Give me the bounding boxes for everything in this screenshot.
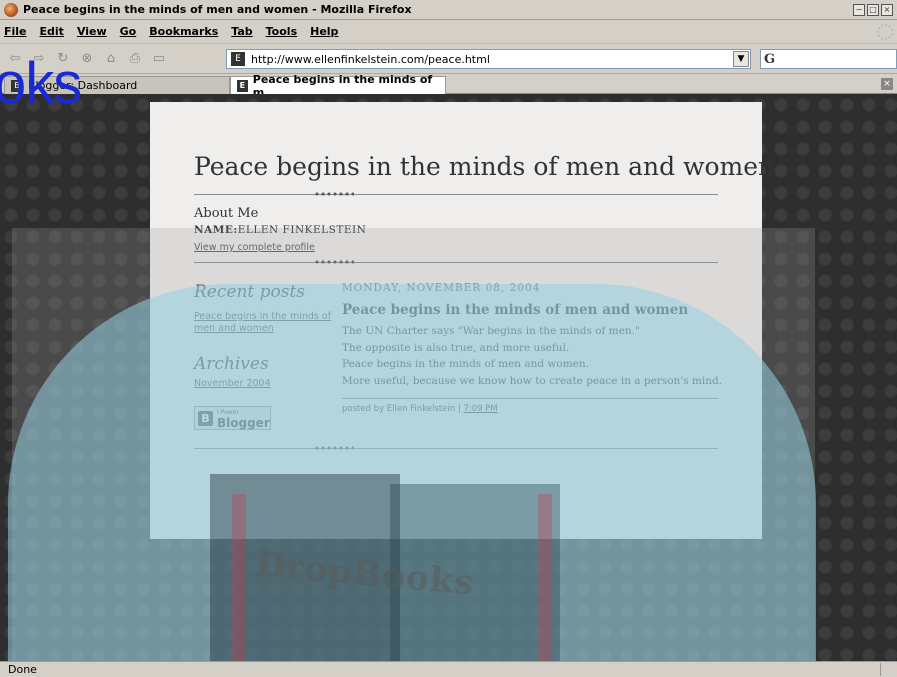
- close-button[interactable]: ×: [881, 3, 893, 16]
- post-line: The opposite is also true, and more usef…: [342, 341, 570, 354]
- menu-file[interactable]: File: [4, 25, 27, 38]
- status-bar: Done: [0, 661, 897, 677]
- name-value: ELLEN FINKELSTEIN: [237, 224, 367, 236]
- home-icon[interactable]: ⌂: [102, 50, 120, 68]
- menu-bookmarks[interactable]: Bookmarks: [149, 25, 218, 38]
- profile-divider: [194, 260, 718, 264]
- url-input[interactable]: [251, 52, 733, 66]
- name-label: NAME:: [194, 224, 238, 236]
- post-time-link[interactable]: 7:09 PM: [463, 404, 497, 414]
- status-panel-divider: [880, 663, 881, 676]
- post-line: Peace begins in the minds of men and wom…: [342, 358, 589, 370]
- recent-posts-heading: Recent posts: [194, 282, 306, 302]
- search-input[interactable]: [778, 52, 896, 66]
- blogger-icon: B: [198, 410, 213, 426]
- about-heading: About Me: [194, 206, 259, 221]
- menu-bar: File Edit View Go Bookmarks Tab Tools He…: [0, 20, 897, 44]
- dropbooks-logo-fragment: oks: [0, 51, 82, 116]
- profile-name: NAME:ELLEN FINKELSTEIN: [194, 224, 366, 236]
- post-footer: posted by Ellen Finkelstein | 7:09 PM: [342, 404, 498, 414]
- window-titlebar: Peace begins in the minds of men and wom…: [0, 0, 897, 20]
- footer-divider: [194, 446, 718, 450]
- search-bar[interactable]: G: [760, 49, 897, 69]
- throbber-icon: [877, 23, 893, 40]
- badge-big-text: Blogger: [217, 416, 270, 430]
- url-dropdown-icon[interactable]: ▼: [733, 51, 749, 67]
- tab-peace-begins[interactable]: E Peace begins in the minds of m...: [230, 73, 446, 99]
- window-title: Peace begins in the minds of men and wom…: [23, 3, 412, 16]
- post-title: Peace begins in the minds of men and wom…: [342, 302, 689, 318]
- menu-help[interactable]: Help: [310, 25, 338, 38]
- menu-tools[interactable]: Tools: [266, 25, 297, 38]
- google-search-icon[interactable]: G: [764, 52, 775, 67]
- posted-by-text: posted by Ellen Finkelstein |: [342, 404, 461, 414]
- address-bar[interactable]: E ▼: [226, 49, 751, 69]
- menu-go[interactable]: Go: [120, 25, 137, 38]
- title-divider: [194, 192, 718, 196]
- menu-edit[interactable]: Edit: [40, 25, 64, 38]
- powered-by-blogger-badge[interactable]: B I Power Blogger: [194, 406, 271, 430]
- blog-title: Peace begins in the minds of men and wom…: [194, 152, 775, 181]
- view-profile-link[interactable]: View my complete profile: [194, 242, 315, 253]
- site-favicon-icon: E: [231, 52, 245, 66]
- site-tab-icon: E: [237, 79, 248, 92]
- post-line: More useful, because we know how to crea…: [342, 374, 723, 387]
- minimize-button[interactable]: −: [853, 3, 865, 16]
- menu-tab[interactable]: Tab: [231, 25, 252, 38]
- post-body: The UN Charter says "War begins in the m…: [342, 323, 722, 389]
- navigation-toolbar: ⇦ ⇨ ↻ ⊗ ⌂ ⎙ ▭ E ▼ G: [0, 44, 897, 74]
- page-icon[interactable]: ▭: [150, 50, 168, 68]
- close-tab-icon[interactable]: ×: [881, 78, 893, 90]
- post-divider: [342, 398, 718, 399]
- menu-view[interactable]: View: [77, 25, 107, 38]
- archive-link[interactable]: November 2004: [194, 378, 334, 390]
- archives-heading: Archives: [194, 354, 269, 374]
- print-icon[interactable]: ⎙: [126, 50, 144, 68]
- tab-bar: B Blogger: Dashboard E Peace begins in t…: [0, 73, 897, 99]
- recent-post-link[interactable]: Peace begins in the minds of men and wom…: [194, 311, 334, 335]
- status-text: Done: [8, 663, 37, 676]
- page-viewport[interactable]: Peace begins in the minds of men and wom…: [0, 94, 897, 661]
- blog-card: Peace begins in the minds of men and wom…: [150, 102, 774, 539]
- post-date: MONDAY, NOVEMBER 08, 2004: [342, 282, 541, 294]
- firefox-icon: [4, 2, 18, 17]
- post-line: The UN Charter says "War begins in the m…: [342, 325, 640, 337]
- maximize-button[interactable]: □: [867, 3, 879, 16]
- window-controls: − □ ×: [853, 3, 893, 16]
